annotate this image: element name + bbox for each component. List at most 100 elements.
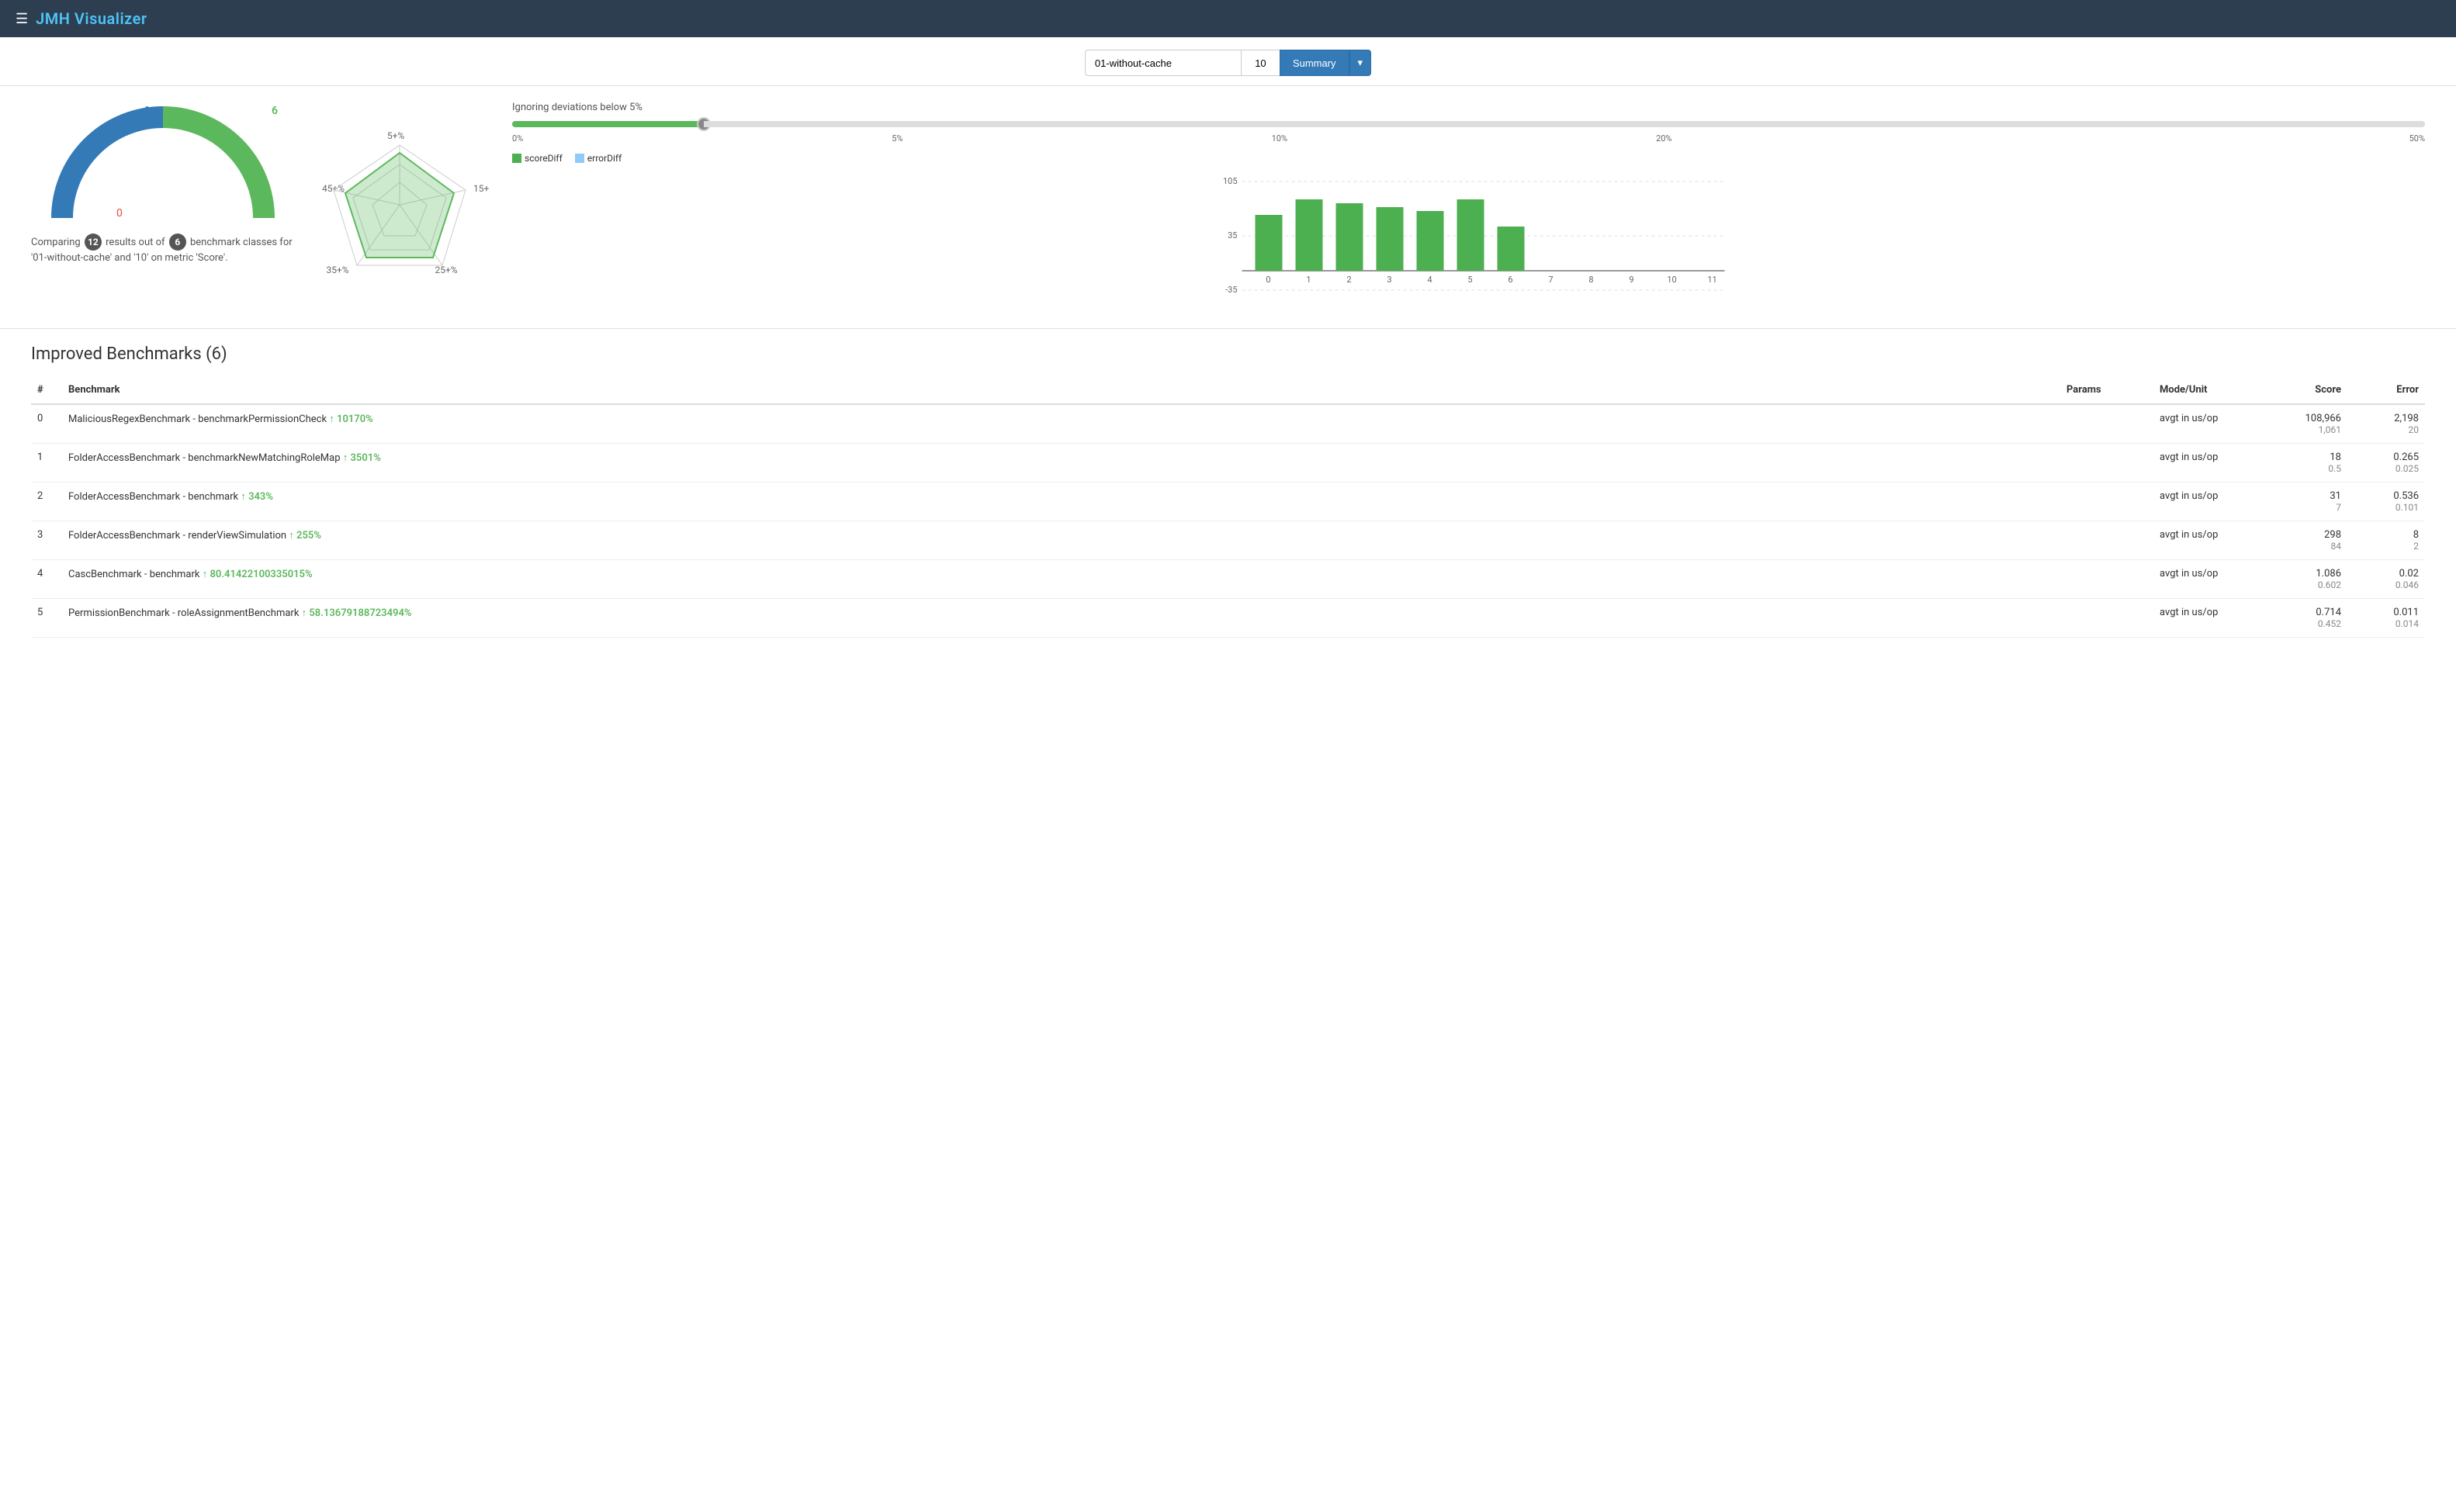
row-params xyxy=(2060,444,2153,483)
error-main: 0.011 xyxy=(2393,607,2419,618)
svg-text:7: 7 xyxy=(1548,275,1553,285)
table-row: 4 CascBenchmark - benchmark ↑ 80.4142210… xyxy=(31,560,2425,599)
row-index: 4 xyxy=(31,560,62,599)
row-error: 0.011 0.014 xyxy=(2347,599,2425,638)
svg-text:105: 105 xyxy=(1223,176,1238,186)
label-5pct: 5% xyxy=(892,133,902,144)
row-benchmark: FolderAccessBenchmark - benchmarkNewMatc… xyxy=(62,444,2060,483)
slider-track xyxy=(512,121,2425,127)
table-row: 5 PermissionBenchmark - roleAssignmentBe… xyxy=(31,599,2425,638)
error-secondary: 20 xyxy=(2409,424,2420,435)
run-input[interactable] xyxy=(1241,50,1280,76)
score-main: 298 xyxy=(2324,529,2341,541)
score-main: 31 xyxy=(2330,490,2341,502)
summary-area: 6 6 0 Comparing 12 results out of 6 benc… xyxy=(0,86,2456,329)
error-secondary: 0.046 xyxy=(2395,580,2419,590)
error-secondary: 2 xyxy=(2413,541,2419,552)
gauge-description: Comparing 12 results out of 6 benchmark … xyxy=(31,234,295,266)
row-benchmark: CascBenchmark - benchmark ↑ 80.414221003… xyxy=(62,560,2060,599)
score-secondary: 0.5 xyxy=(2328,463,2341,474)
deviation-title: Ignoring deviations below 5% xyxy=(512,102,2425,113)
col-benchmark: Benchmark xyxy=(62,376,2060,404)
svg-text:-35: -35 xyxy=(1225,285,1237,295)
col-score: Score xyxy=(2254,376,2347,404)
row-params xyxy=(2060,560,2153,599)
error-secondary: 0.014 xyxy=(2395,618,2419,629)
row-benchmark: MaliciousRegexBenchmark - benchmarkPermi… xyxy=(62,404,2060,444)
row-error: 0.536 0.101 xyxy=(2347,483,2425,521)
row-params xyxy=(2060,599,2153,638)
svg-text:8: 8 xyxy=(1588,275,1593,285)
row-error: 0.02 0.046 xyxy=(2347,560,2425,599)
legend-error-color xyxy=(575,154,584,163)
row-mode: avgt in us/op xyxy=(2153,404,2254,444)
app-title: JMH Visualizer xyxy=(36,9,147,28)
row-error: 8 2 xyxy=(2347,521,2425,560)
col-mode: Mode/Unit xyxy=(2153,376,2254,404)
legend-score: scoreDiff xyxy=(512,153,563,164)
row-index: 2 xyxy=(31,483,62,521)
row-error: 2,198 20 xyxy=(2347,404,2425,444)
bar-chart: 105 35 -35 xyxy=(512,170,2425,313)
score-main: 108,966 xyxy=(2305,413,2341,424)
svg-text:0: 0 xyxy=(1266,275,1270,285)
improvement-badge: ↑ 343% xyxy=(241,491,273,503)
menu-icon: ☰ xyxy=(16,11,28,27)
svg-text:4: 4 xyxy=(1427,275,1432,285)
label-10pct: 10% xyxy=(1272,133,1287,144)
row-mode: avgt in us/op xyxy=(2153,483,2254,521)
score-secondary: 7 xyxy=(2336,502,2341,513)
benchmark-input[interactable] xyxy=(1085,50,1241,76)
label-50pct: 50% xyxy=(2409,133,2425,144)
summary-button[interactable]: Summary xyxy=(1280,50,1349,76)
svg-text:15+%: 15+% xyxy=(473,183,489,194)
row-score: 18 0.5 xyxy=(2254,444,2347,483)
benchmark-count-badge: 6 xyxy=(169,234,186,251)
deviation-section: Ignoring deviations below 5% 0% 5% 10% 2… xyxy=(512,102,2425,313)
error-secondary: 0.101 xyxy=(2395,502,2419,513)
score-main: 0.714 xyxy=(2316,607,2341,618)
error-secondary: 0.025 xyxy=(2395,463,2419,474)
table-row: 1 FolderAccessBenchmark - benchmarkNewMa… xyxy=(31,444,2425,483)
row-mode: avgt in us/op xyxy=(2153,444,2254,483)
slider-labels: 0% 5% 10% 20% 50% xyxy=(512,133,2425,144)
score-main: 18 xyxy=(2330,452,2341,463)
row-index: 3 xyxy=(31,521,62,560)
legend-score-label: scoreDiff xyxy=(525,153,563,164)
gauge-chart: 6 6 0 xyxy=(47,102,279,226)
row-score: 31 7 xyxy=(2254,483,2347,521)
summary-dropdown[interactable]: ▾ xyxy=(1349,50,1372,76)
legend-error-label: errorDiff xyxy=(587,153,622,164)
svg-text:6: 6 xyxy=(1508,275,1512,285)
row-mode: avgt in us/op xyxy=(2153,599,2254,638)
table-title: Improved Benchmarks (6) xyxy=(31,344,2425,364)
score-secondary: 84 xyxy=(2331,541,2342,552)
svg-text:25+%: 25+% xyxy=(435,265,457,275)
table-row: 2 FolderAccessBenchmark - benchmark ↑ 34… xyxy=(31,483,2425,521)
label-0pct: 0% xyxy=(512,133,523,144)
row-params xyxy=(2060,404,2153,444)
row-score: 0.714 0.452 xyxy=(2254,599,2347,638)
svg-text:11: 11 xyxy=(1707,275,1716,285)
svg-text:2: 2 xyxy=(1346,275,1351,285)
table-section: Improved Benchmarks (6) # Benchmark Para… xyxy=(0,329,2456,653)
col-params: Params xyxy=(2060,376,2153,404)
row-error: 0.265 0.025 xyxy=(2347,444,2425,483)
row-benchmark: FolderAccessBenchmark - benchmark ↑ 343% xyxy=(62,483,2060,521)
label-20pct: 20% xyxy=(1656,133,1671,144)
svg-text:35+%: 35+% xyxy=(326,265,348,275)
header: ☰ JMH Visualizer xyxy=(0,0,2456,37)
summary-button-group: Summary ▾ xyxy=(1280,50,1371,76)
toolbar: Summary ▾ xyxy=(0,37,2456,86)
row-score: 1.086 0.602 xyxy=(2254,560,2347,599)
chart-legend: scoreDiff errorDiff xyxy=(512,153,2425,164)
row-score: 298 84 xyxy=(2254,521,2347,560)
score-main: 1.086 xyxy=(2316,568,2341,580)
gauge-section: 6 6 0 Comparing 12 results out of 6 benc… xyxy=(31,102,295,313)
legend-error: errorDiff xyxy=(575,153,622,164)
score-secondary: 0.452 xyxy=(2318,618,2341,629)
svg-text:5: 5 xyxy=(1467,275,1472,285)
svg-text:1: 1 xyxy=(1306,275,1311,285)
row-score: 108,966 1,061 xyxy=(2254,404,2347,444)
table-header: # Benchmark Params Mode/Unit Score Error xyxy=(31,376,2425,404)
